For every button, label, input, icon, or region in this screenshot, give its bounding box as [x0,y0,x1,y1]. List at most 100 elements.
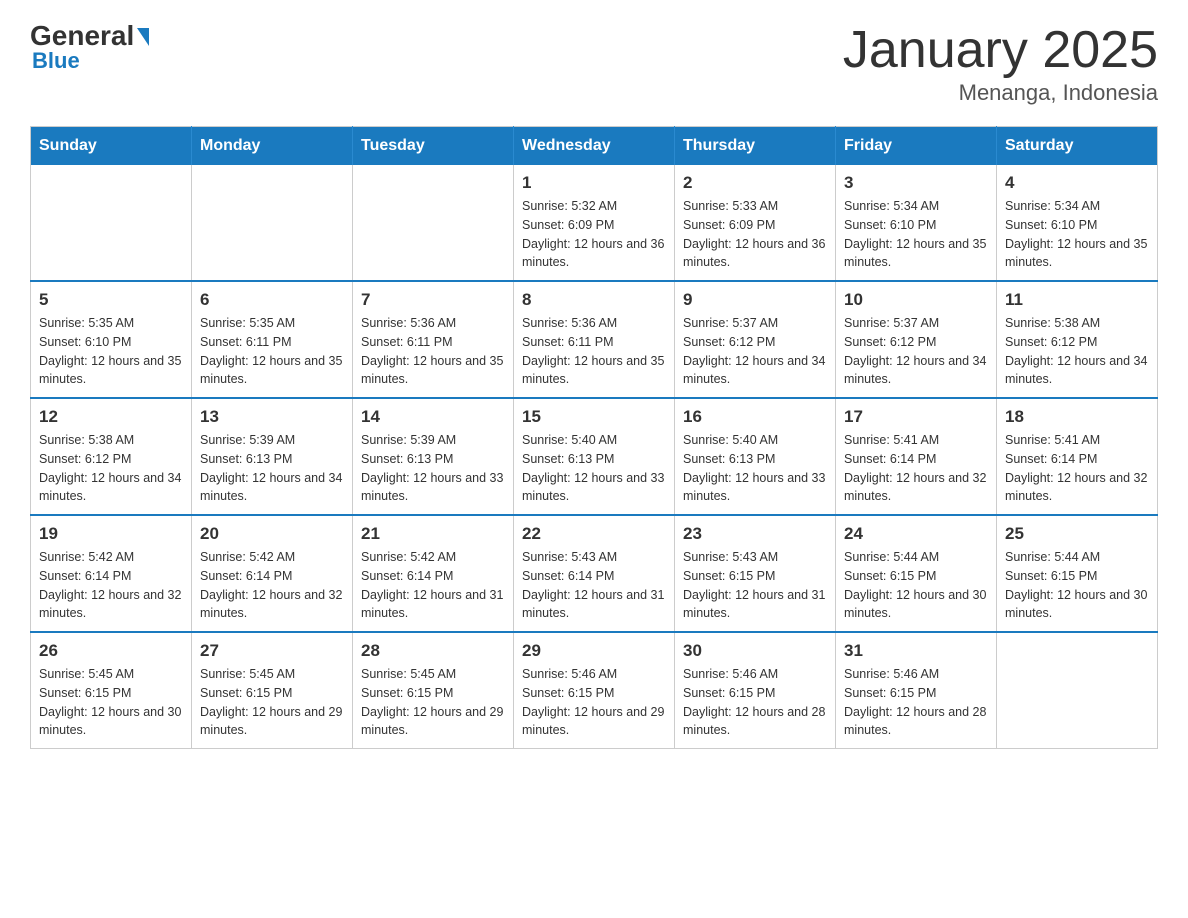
calendar-week-row: 12 Sunrise: 5:38 AM Sunset: 6:12 PM Dayli… [31,398,1158,515]
day-number: 5 [39,290,183,310]
day-info: Sunrise: 5:37 AM Sunset: 6:12 PM Dayligh… [844,314,988,389]
calendar-cell: 31Sunrise: 5:46 AM Sunset: 6:15 PM Dayli… [836,632,997,749]
day-info: Sunrise: 5:44 AM Sunset: 6:15 PM Dayligh… [1005,548,1149,623]
day-number: 22 [522,524,666,544]
day-number: 6 [200,290,344,310]
calendar-body: 1 Sunrise: 5:32 AM Sunset: 6:09 PM Daylig… [31,165,1158,749]
day-info: Sunrise: 5:45 AM Sunset: 6:15 PM Dayligh… [200,665,344,740]
day-info: Sunrise: 5:42 AM Sunset: 6:14 PM Dayligh… [361,548,505,623]
logo-blue-text: Blue [32,48,80,74]
day-info: Sunrise: 5:46 AM Sunset: 6:15 PM Dayligh… [683,665,827,740]
day-number: 9 [683,290,827,310]
day-number: 31 [844,641,988,661]
calendar-cell: 23 Sunrise: 5:43 AM Sunset: 6:15 PM Dayli… [675,515,836,632]
calendar-cell: 2 Sunrise: 5:33 AM Sunset: 6:09 PM Daylig… [675,165,836,281]
day-info: Sunrise: 5:36 AM Sunset: 6:11 PM Dayligh… [522,314,666,389]
calendar-cell: 7Sunrise: 5:36 AM Sunset: 6:11 PM Daylig… [353,281,514,398]
title-block: January 2025 Menanga, Indonesia [843,20,1158,106]
day-info: Sunrise: 5:34 AM Sunset: 6:10 PM Dayligh… [844,197,988,272]
calendar-cell: 16 Sunrise: 5:40 AM Sunset: 6:13 PM Dayli… [675,398,836,515]
day-info: Sunrise: 5:39 AM Sunset: 6:13 PM Dayligh… [361,431,505,506]
day-number: 1 [522,173,666,193]
day-info: Sunrise: 5:41 AM Sunset: 6:14 PM Dayligh… [1005,431,1149,506]
calendar-cell: 4 Sunrise: 5:34 AM Sunset: 6:10 PM Daylig… [997,165,1158,281]
calendar-cell: 14 Sunrise: 5:39 AM Sunset: 6:13 PM Dayli… [353,398,514,515]
day-number: 14 [361,407,505,427]
day-of-week-header: Tuesday [353,127,514,166]
day-number: 8 [522,290,666,310]
calendar-subtitle: Menanga, Indonesia [843,80,1158,106]
day-number: 23 [683,524,827,544]
day-info: Sunrise: 5:38 AM Sunset: 6:12 PM Dayligh… [39,431,183,506]
day-info: Sunrise: 5:34 AM Sunset: 6:10 PM Dayligh… [1005,197,1149,272]
day-info: Sunrise: 5:41 AM Sunset: 6:14 PM Dayligh… [844,431,988,506]
calendar-cell: 21 Sunrise: 5:42 AM Sunset: 6:14 PM Dayli… [353,515,514,632]
day-info: Sunrise: 5:39 AM Sunset: 6:13 PM Dayligh… [200,431,344,506]
day-number: 28 [361,641,505,661]
calendar-header: SundayMondayTuesdayWednesdayThursdayFrid… [31,127,1158,166]
calendar-cell: 3 Sunrise: 5:34 AM Sunset: 6:10 PM Daylig… [836,165,997,281]
day-info: Sunrise: 5:38 AM Sunset: 6:12 PM Dayligh… [1005,314,1149,389]
calendar-cell: 18 Sunrise: 5:41 AM Sunset: 6:14 PM Dayli… [997,398,1158,515]
day-info: Sunrise: 5:40 AM Sunset: 6:13 PM Dayligh… [683,431,827,506]
calendar-cell [997,632,1158,749]
calendar-cell: 8 Sunrise: 5:36 AM Sunset: 6:11 PM Daylig… [514,281,675,398]
day-of-week-header: Sunday [31,127,192,166]
day-info: Sunrise: 5:35 AM Sunset: 6:10 PM Dayligh… [39,314,183,389]
day-of-week-header: Wednesday [514,127,675,166]
calendar-cell: 13 Sunrise: 5:39 AM Sunset: 6:13 PM Dayli… [192,398,353,515]
calendar-cell: 27 Sunrise: 5:45 AM Sunset: 6:15 PM Dayli… [192,632,353,749]
calendar-cell: 20 Sunrise: 5:42 AM Sunset: 6:14 PM Dayli… [192,515,353,632]
calendar-cell: 1 Sunrise: 5:32 AM Sunset: 6:09 PM Daylig… [514,165,675,281]
calendar-cell [31,165,192,281]
day-info: Sunrise: 5:35 AM Sunset: 6:11 PM Dayligh… [200,314,344,389]
day-info: Sunrise: 5:42 AM Sunset: 6:14 PM Dayligh… [200,548,344,623]
calendar-cell: 6 Sunrise: 5:35 AM Sunset: 6:11 PM Daylig… [192,281,353,398]
day-number: 2 [683,173,827,193]
calendar-cell: 25Sunrise: 5:44 AM Sunset: 6:15 PM Dayli… [997,515,1158,632]
day-info: Sunrise: 5:42 AM Sunset: 6:14 PM Dayligh… [39,548,183,623]
day-info: Sunrise: 5:45 AM Sunset: 6:15 PM Dayligh… [39,665,183,740]
day-number: 12 [39,407,183,427]
logo: General Blue [30,20,149,74]
day-number: 13 [200,407,344,427]
day-number: 20 [200,524,344,544]
day-number: 16 [683,407,827,427]
calendar-cell: 29Sunrise: 5:46 AM Sunset: 6:15 PM Dayli… [514,632,675,749]
day-info: Sunrise: 5:33 AM Sunset: 6:09 PM Dayligh… [683,197,827,272]
day-number: 24 [844,524,988,544]
calendar-cell: 5 Sunrise: 5:35 AM Sunset: 6:10 PM Daylig… [31,281,192,398]
day-number: 26 [39,641,183,661]
day-info: Sunrise: 5:43 AM Sunset: 6:15 PM Dayligh… [683,548,827,623]
day-number: 27 [200,641,344,661]
day-number: 15 [522,407,666,427]
day-info: Sunrise: 5:32 AM Sunset: 6:09 PM Dayligh… [522,197,666,272]
calendar-title: January 2025 [843,20,1158,80]
calendar-cell: 28Sunrise: 5:45 AM Sunset: 6:15 PM Dayli… [353,632,514,749]
day-number: 18 [1005,407,1149,427]
day-number: 11 [1005,290,1149,310]
day-of-week-header: Saturday [997,127,1158,166]
day-number: 19 [39,524,183,544]
calendar-week-row: 5 Sunrise: 5:35 AM Sunset: 6:10 PM Daylig… [31,281,1158,398]
days-of-week-row: SundayMondayTuesdayWednesdayThursdayFrid… [31,127,1158,166]
day-info: Sunrise: 5:43 AM Sunset: 6:14 PM Dayligh… [522,548,666,623]
day-of-week-header: Monday [192,127,353,166]
calendar-cell [192,165,353,281]
calendar-cell: 9Sunrise: 5:37 AM Sunset: 6:12 PM Daylig… [675,281,836,398]
calendar-week-row: 1 Sunrise: 5:32 AM Sunset: 6:09 PM Daylig… [31,165,1158,281]
calendar-cell: 19 Sunrise: 5:42 AM Sunset: 6:14 PM Dayli… [31,515,192,632]
calendar-cell: 17Sunrise: 5:41 AM Sunset: 6:14 PM Dayli… [836,398,997,515]
day-info: Sunrise: 5:40 AM Sunset: 6:13 PM Dayligh… [522,431,666,506]
day-number: 3 [844,173,988,193]
page-header: General Blue January 2025 Menanga, Indon… [30,20,1158,106]
day-number: 4 [1005,173,1149,193]
logo-arrow-icon [137,28,149,46]
calendar-cell: 12 Sunrise: 5:38 AM Sunset: 6:12 PM Dayli… [31,398,192,515]
calendar-cell: 22 Sunrise: 5:43 AM Sunset: 6:14 PM Dayli… [514,515,675,632]
calendar-cell [353,165,514,281]
calendar-cell: 10Sunrise: 5:37 AM Sunset: 6:12 PM Dayli… [836,281,997,398]
calendar-table: SundayMondayTuesdayWednesdayThursdayFrid… [30,126,1158,749]
day-number: 21 [361,524,505,544]
calendar-cell: 24Sunrise: 5:44 AM Sunset: 6:15 PM Dayli… [836,515,997,632]
